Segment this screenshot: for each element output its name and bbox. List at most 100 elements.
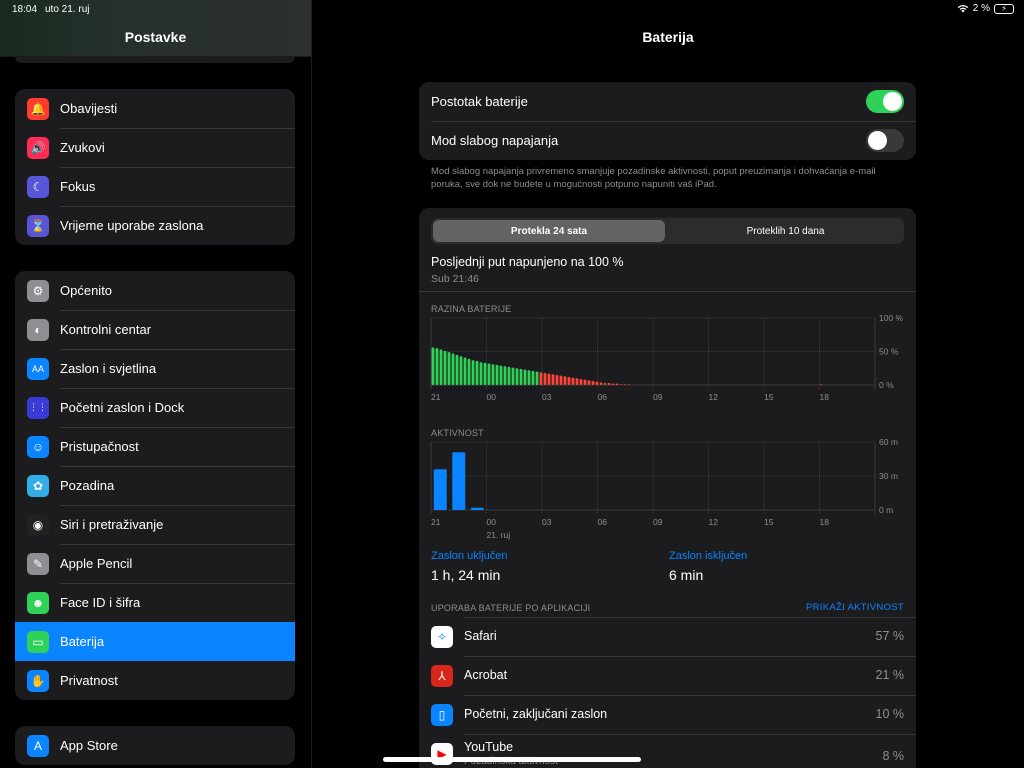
app-usage-percent: 10 % xyxy=(875,707,905,721)
wifi-icon xyxy=(957,5,968,13)
x-tick-label: 00 xyxy=(487,392,497,402)
x-sub-label: 21. ruj xyxy=(487,530,511,540)
chart-bar xyxy=(503,366,507,385)
show-activity-link[interactable]: PRIKAŽI AKTIVNOST xyxy=(806,602,904,613)
x-tick-label: 21 xyxy=(431,392,441,402)
y-tick-label: 50 % xyxy=(879,347,899,357)
switches-icon: ◐ xyxy=(27,318,49,341)
app-name: Početni, zaključani zaslon xyxy=(464,707,608,721)
sidebar-item-zaslon-i-svjetlina[interactable]: AA Zaslon i svjetlina xyxy=(15,349,295,388)
hourglass-icon: ⌛ xyxy=(27,214,49,237)
sidebar-item-fokus[interactable]: ☾ Fokus xyxy=(15,167,295,206)
x-tick-label: 12 xyxy=(709,517,719,527)
sidebar-item-face-id-i-sifra[interactable]: ☻ Face ID i šifra xyxy=(15,583,295,622)
sidebar-item-pocetni-zaslon-i-dock[interactable]: ⋮⋮ Početni zaslon i Dock xyxy=(15,388,295,427)
segment-last-10-days[interactable]: Proteklih 10 dana xyxy=(669,220,902,242)
y-tick-label: 100 % xyxy=(879,313,904,323)
sidebar-item-label: Početni zaslon i Dock xyxy=(60,400,185,415)
battery-percentage-switch[interactable] xyxy=(866,90,904,113)
status-bar: 18:04 uto 21. ruj 2 % ⚡ xyxy=(0,0,1024,20)
grid-icon: ⋮⋮ xyxy=(27,396,49,419)
chart-bar xyxy=(627,384,631,385)
sidebar-item-label: Zaslon i svjetlina xyxy=(60,361,157,376)
sidebar-item-obavijesti[interactable]: 🔔 Obavijesti xyxy=(15,89,295,128)
sidebar-item-label: Apple Pencil xyxy=(60,556,133,571)
face-id-icon: ☻ xyxy=(27,591,49,614)
status-date: uto 21. ruj xyxy=(45,4,90,15)
low-power-footnote: Mod slabog napajanja privremeno smanjuje… xyxy=(431,166,876,190)
sidebar-item-label: Kontrolni centar xyxy=(60,322,152,337)
chart-bar xyxy=(539,372,543,385)
sidebar-item-app-store[interactable]: A App Store xyxy=(15,726,295,765)
chart-bar xyxy=(447,352,451,385)
sidebar-item-pozadina[interactable]: ✿ Pozadina xyxy=(15,466,295,505)
sidebar-item-zvukovi[interactable]: 🔊 Zvukovi xyxy=(15,128,295,167)
sidebar-item-baterija[interactable]: ▭ Baterija xyxy=(15,622,295,661)
segment-last-24-hours[interactable]: Protekla 24 sata xyxy=(433,220,665,242)
chart-bar xyxy=(431,347,435,385)
battery-percentage-row[interactable]: Postotak baterije xyxy=(419,82,916,121)
low-power-mode-switch[interactable] xyxy=(866,129,904,152)
siri-icon: ◉ xyxy=(27,513,49,536)
chart-bar xyxy=(543,372,547,385)
sidebar-item-pristupacnost[interactable]: ☺ Pristupačnost xyxy=(15,427,295,466)
gear-icon: ⚙ xyxy=(27,279,49,302)
sidebar-item-label: Obavijesti xyxy=(60,101,118,116)
chart-bar xyxy=(471,360,475,385)
chart-bar xyxy=(491,364,495,385)
x-tick-label: 03 xyxy=(542,517,552,527)
hand-icon: ✋ xyxy=(27,669,49,692)
battery-percentage-label: Postotak baterije xyxy=(431,94,528,109)
y-tick-label: 60 m xyxy=(879,437,898,447)
app-usage-row[interactable]: ✧ Safari 57 % xyxy=(419,617,916,656)
sidebar-group: ⚙ Općenito ◐ Kontrolni centar AA Zaslon i svj… xyxy=(15,271,295,700)
y-tick-label: 0 m xyxy=(879,505,893,515)
battery-level-chart: 100 % 50 % 0 % 21 00 03 06 09 12 15 18 xyxy=(430,313,904,402)
app-usage-row[interactable]: ⅄ Acrobat 21 % xyxy=(419,656,916,695)
x-tick-label: 03 xyxy=(542,392,552,402)
x-tick-label: 06 xyxy=(598,517,608,527)
app-usage-percent: 21 % xyxy=(875,668,905,682)
chart-bar xyxy=(567,376,571,385)
text-size-icon: AA xyxy=(27,357,49,380)
chart-bar xyxy=(495,364,499,385)
toggles-card: Postotak baterije Mod slabog napajanja xyxy=(419,82,916,160)
chart-bar xyxy=(575,378,579,385)
sidebar-item-vrijeme-uporabe-zaslona[interactable]: ⌛ Vrijeme uporabe zaslona xyxy=(15,206,295,245)
chart-bar xyxy=(487,363,491,385)
x-tick-label: 12 xyxy=(709,392,719,402)
sidebar-group-peek xyxy=(15,57,295,63)
chart-bar xyxy=(433,469,447,510)
sidebar-item-label: Privatnost xyxy=(60,673,118,688)
sidebar-item-label: Općenito xyxy=(60,283,113,298)
sidebar-item-label: Baterija xyxy=(60,634,105,649)
sidebar-item-label: Fokus xyxy=(60,179,96,194)
home-indicator[interactable] xyxy=(383,757,641,762)
low-power-mode-row[interactable]: Mod slabog napajanja xyxy=(419,121,916,160)
chart-bar xyxy=(519,368,523,385)
x-tick-label: 18 xyxy=(820,517,830,527)
sidebar-item-apple-pencil[interactable]: ✎ Apple Pencil xyxy=(15,544,295,583)
switch-knob xyxy=(868,131,887,150)
chart-bar xyxy=(559,375,563,385)
sidebar-item-opcenito[interactable]: ⚙ Općenito xyxy=(15,271,295,310)
sidebar-item-label: App Store xyxy=(60,738,118,753)
sidebar-item-label: Vrijeme uporabe zaslona xyxy=(60,218,204,233)
flower-icon: ✿ xyxy=(27,474,49,497)
sidebar-item-siri-i-pretrazivanje[interactable]: ◉ Siri i pretraživanje xyxy=(15,505,295,544)
sidebar-item-kontrolni-centar[interactable]: ◐ Kontrolni centar xyxy=(15,310,295,349)
safari-icon: ✧ xyxy=(431,626,453,648)
speaker-icon: 🔊 xyxy=(27,136,49,159)
chart-bar xyxy=(555,374,559,385)
app-usage-percent: 8 % xyxy=(882,749,904,763)
screen-off-label: Zaslon isključen xyxy=(669,550,748,562)
chart-bar xyxy=(619,384,623,385)
chart-bar xyxy=(435,348,439,385)
accessibility-icon: ☺ xyxy=(27,435,49,458)
sidebar-item-label: Zvukovi xyxy=(60,140,105,155)
sidebar-item-privatnost[interactable]: ✋ Privatnost xyxy=(15,661,295,700)
page-title: Baterija xyxy=(642,29,694,45)
app-usage-row[interactable]: ▶YouTubePozadinska aktivnost8 % xyxy=(419,734,916,768)
app-usage-row[interactable]: ▯ Početni, zaključani zaslon 10 % xyxy=(419,695,916,734)
chart-bar xyxy=(551,374,555,385)
